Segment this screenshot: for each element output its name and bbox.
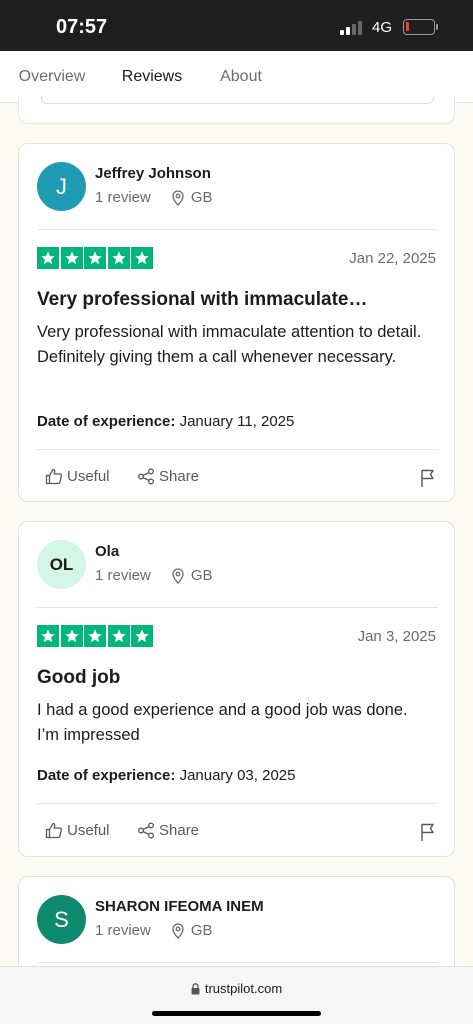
status-bar: 07:57 4G [0,0,473,51]
useful-button[interactable]: Useful [45,822,110,839]
report-flag-icon[interactable] [420,468,438,488]
star-rating [37,247,155,269]
share-label: Share [159,822,200,839]
divider [37,607,438,608]
reviewer-meta: 1 review GB [95,922,213,939]
reviewer-meta: 1 review GB [95,567,213,584]
date-of-experience: Date of experience: January 03, 2025 [37,767,295,784]
review-card: J Jeffrey Johnson 1 review GB Jan 22, 20… [18,143,455,502]
home-indicator[interactable] [152,1011,321,1016]
review-date: Jan 22, 2025 [349,250,436,267]
review-count: 1 review [95,922,151,939]
reviewer-name[interactable]: SHARON IFEOMA INEM [95,898,264,915]
status-time: 07:57 [56,16,108,38]
star-rating [37,625,155,647]
review-count: 1 review [95,189,151,206]
avatar[interactable]: OL [37,540,86,589]
star-icon [131,625,153,647]
review-count: 1 review [95,567,151,584]
star-icon [37,247,59,269]
thumbs-up-icon [45,822,62,839]
thumbs-up-icon [45,468,62,485]
location-pin-icon [172,567,184,584]
star-icon [60,625,83,647]
avatar[interactable]: J [37,162,86,211]
star-icon [84,625,106,647]
reviewer-name[interactable]: Ola [95,543,119,560]
divider [37,803,438,804]
address-bar[interactable]: trustpilot.com [0,981,473,996]
experience-date: January 11, 2025 [179,413,295,430]
review-title[interactable]: Good job [37,667,120,689]
review-body: I had a good experience and a good job w… [37,701,408,744]
share-label: Share [159,468,200,485]
star-icon [107,247,130,269]
avatar[interactable]: S [37,895,86,944]
reviewer-name[interactable]: Jeffrey Johnson [95,165,211,182]
star-icon [131,247,153,269]
location-pin-icon [172,189,184,206]
url-text: trustpilot.com [204,981,283,996]
reviewer-meta: 1 review GB [95,189,213,206]
star-icon [84,247,106,269]
cellular-signal-icon [340,21,366,35]
previous-card-bottom [18,96,455,124]
star-icon [37,625,59,647]
useful-button[interactable]: Useful [45,468,110,485]
experience-date: January 03, 2025 [179,767,296,784]
reviewer-country: GB [190,567,213,584]
divider [37,229,438,230]
location-pin-icon [172,922,184,939]
reviewer-country: GB [190,922,213,939]
reviewer-country: GB [190,189,213,206]
share-button[interactable]: Share [137,822,199,839]
share-icon [138,822,154,839]
divider [37,449,438,450]
browser-bottom-bar: trustpilot.com [0,966,473,1024]
experience-label: Date of experience: [37,767,176,784]
lock-icon [191,982,200,994]
star-icon [107,625,130,647]
review-body: Very professional with immaculate attent… [37,323,422,366]
report-flag-icon[interactable] [420,822,438,842]
share-icon [138,468,154,485]
date-of-experience: Date of experience: January 11, 2025 [37,413,294,430]
network-type: 4G [372,19,393,36]
review-card: OL Ola 1 review GB Jan 3, 2025 Good job … [18,521,455,857]
review-title[interactable]: Very professional with immaculate… [37,289,368,311]
share-button[interactable]: Share [137,468,199,485]
divider [37,962,438,963]
star-icon [60,247,83,269]
experience-label: Date of experience: [37,413,176,430]
useful-label: Useful [67,822,110,839]
useful-label: Useful [67,468,110,485]
battery-icon [403,19,435,35]
review-date: Jan 3, 2025 [357,628,436,645]
